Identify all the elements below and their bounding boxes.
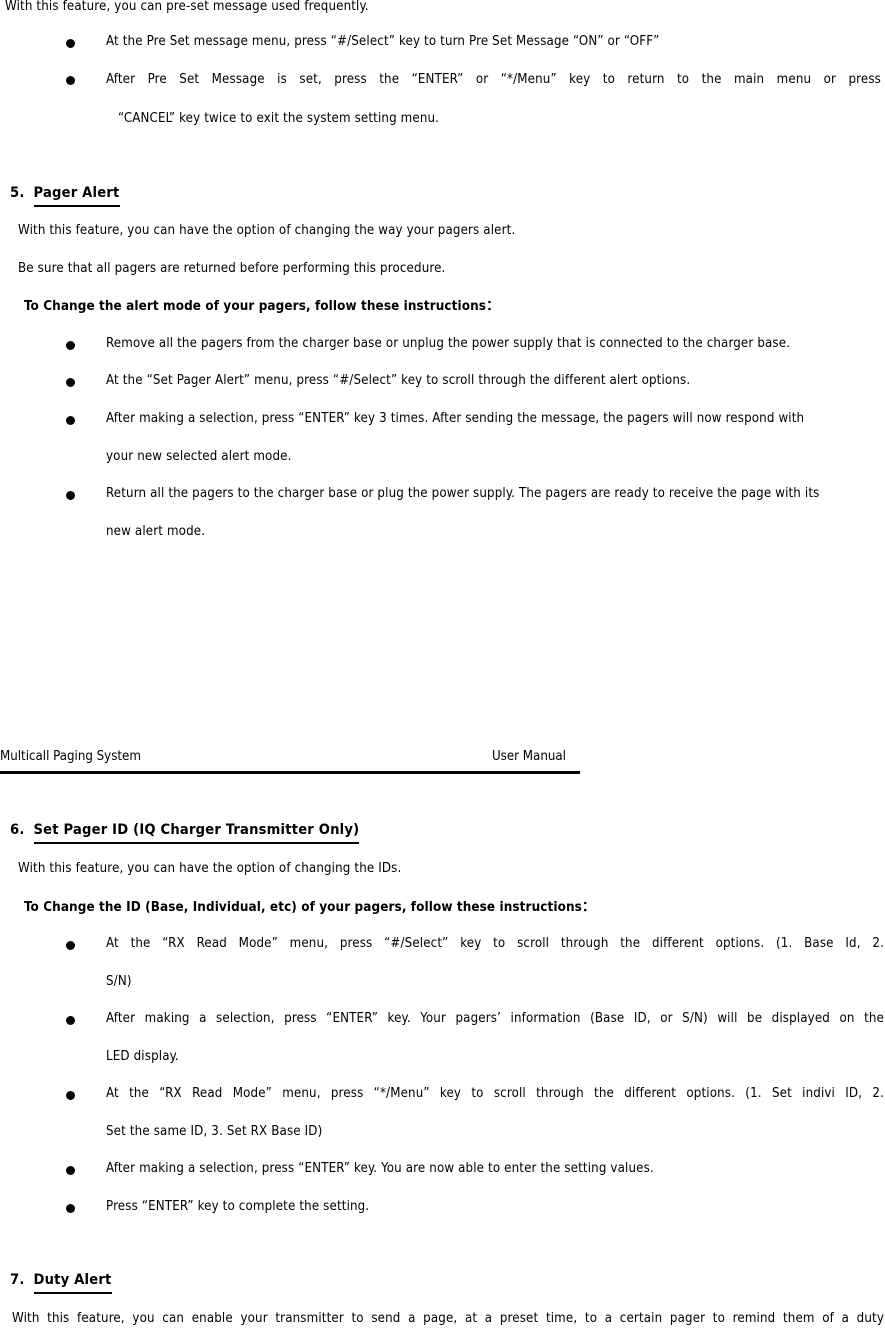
section-6-intro-1: With this feature, you can have the opti… <box>18 861 402 876</box>
section-5-intro-2: Be sure that all pagers are returned bef… <box>18 261 446 276</box>
section-5-bullet-3-line-1: After making a selection, press “ENTER” … <box>106 411 805 426</box>
section-7-heading: 7. Duty Alert <box>10 1271 112 1294</box>
section-5-bullet-1-line-1: Remove all the pagers from the charger b… <box>106 336 791 351</box>
bullet-marker <box>66 341 75 350</box>
section-5-heading: 5. Pager Alert <box>10 184 120 207</box>
section-6-bullet-5-line-1: Press “ENTER” key to complete the settin… <box>106 1199 370 1214</box>
bullet-marker <box>66 1016 75 1025</box>
section-6-bullet-4-line-1: After making a selection, press “ENTER” … <box>106 1161 654 1176</box>
section-5-subheading: To Change the alert mode of your pagers,… <box>24 299 500 314</box>
preset-intro-paragraph: With this feature, you can pre-set messa… <box>5 0 369 14</box>
section-5-number: 5. <box>10 184 25 201</box>
section-6-title: Set Pager ID (IQ Charger Transmitter Onl… <box>33 822 360 844</box>
footer-document-title: Multicall Paging System <box>0 749 141 764</box>
bullet-marker <box>66 76 75 85</box>
section-6-bullet-2-line-1: After making a selection, press “ENTER” … <box>106 1011 884 1026</box>
bullet-marker <box>66 1091 75 1100</box>
bullet-marker <box>66 1166 75 1175</box>
preset-bullet-2-line-1: After Pre Set Message is set, press the … <box>106 72 881 87</box>
section-5-bullet-2-line-1: At the “Set Pager Alert” menu, press “#/… <box>106 373 691 388</box>
preset-bullet-1-line-1: At the Pre Set message menu, press “#/Se… <box>106 34 660 49</box>
section-6-subheading: To Change the ID (Base, Individual, etc)… <box>24 900 596 915</box>
footer-divider <box>0 771 580 774</box>
section-6-bullet-2-line-2: LED display. <box>106 1049 179 1064</box>
section-6-bullet-3-line-2: Set the same ID, 3. Set RX Base ID) <box>106 1124 323 1139</box>
section-7-intro-1: With this feature, you can enable your t… <box>12 1311 884 1326</box>
section-6-number: 6. <box>10 821 25 838</box>
manual-page: With this feature, you can pre-set messa… <box>0 0 885 1330</box>
bullet-marker <box>66 39 75 48</box>
section-5-bullet-4-line-1: Return all the pagers to the charger bas… <box>106 486 820 501</box>
section-7-number: 7. <box>10 1271 25 1288</box>
footer-manual-label: User Manual <box>492 749 566 764</box>
bullet-marker <box>66 378 75 387</box>
section-7-title: Duty Alert <box>33 1272 112 1294</box>
bullet-marker <box>66 1204 75 1213</box>
bullet-marker <box>66 416 75 425</box>
section-5-intro-1: With this feature, you can have the opti… <box>18 223 516 238</box>
section-6-bullet-3-line-1: At the “RX Read Mode” menu, press “*/Men… <box>106 1086 884 1101</box>
section-6-bullet-1-line-2: S/N) <box>106 974 132 989</box>
bullet-marker <box>66 941 75 950</box>
section-6-heading: 6. Set Pager ID (IQ Charger Transmitter O… <box>10 821 360 844</box>
preset-bullet-2-line-2: “CANCEL” key twice to exit the system se… <box>118 111 440 126</box>
section-5-title: Pager Alert <box>33 185 120 207</box>
section-5-bullet-3-line-2: your new selected alert mode. <box>106 449 292 464</box>
section-6-bullet-1-line-1: At the “RX Read Mode” menu, press “#/Sel… <box>106 936 884 951</box>
bullet-marker <box>66 491 75 500</box>
section-5-bullet-4-line-2: new alert mode. <box>106 524 206 539</box>
